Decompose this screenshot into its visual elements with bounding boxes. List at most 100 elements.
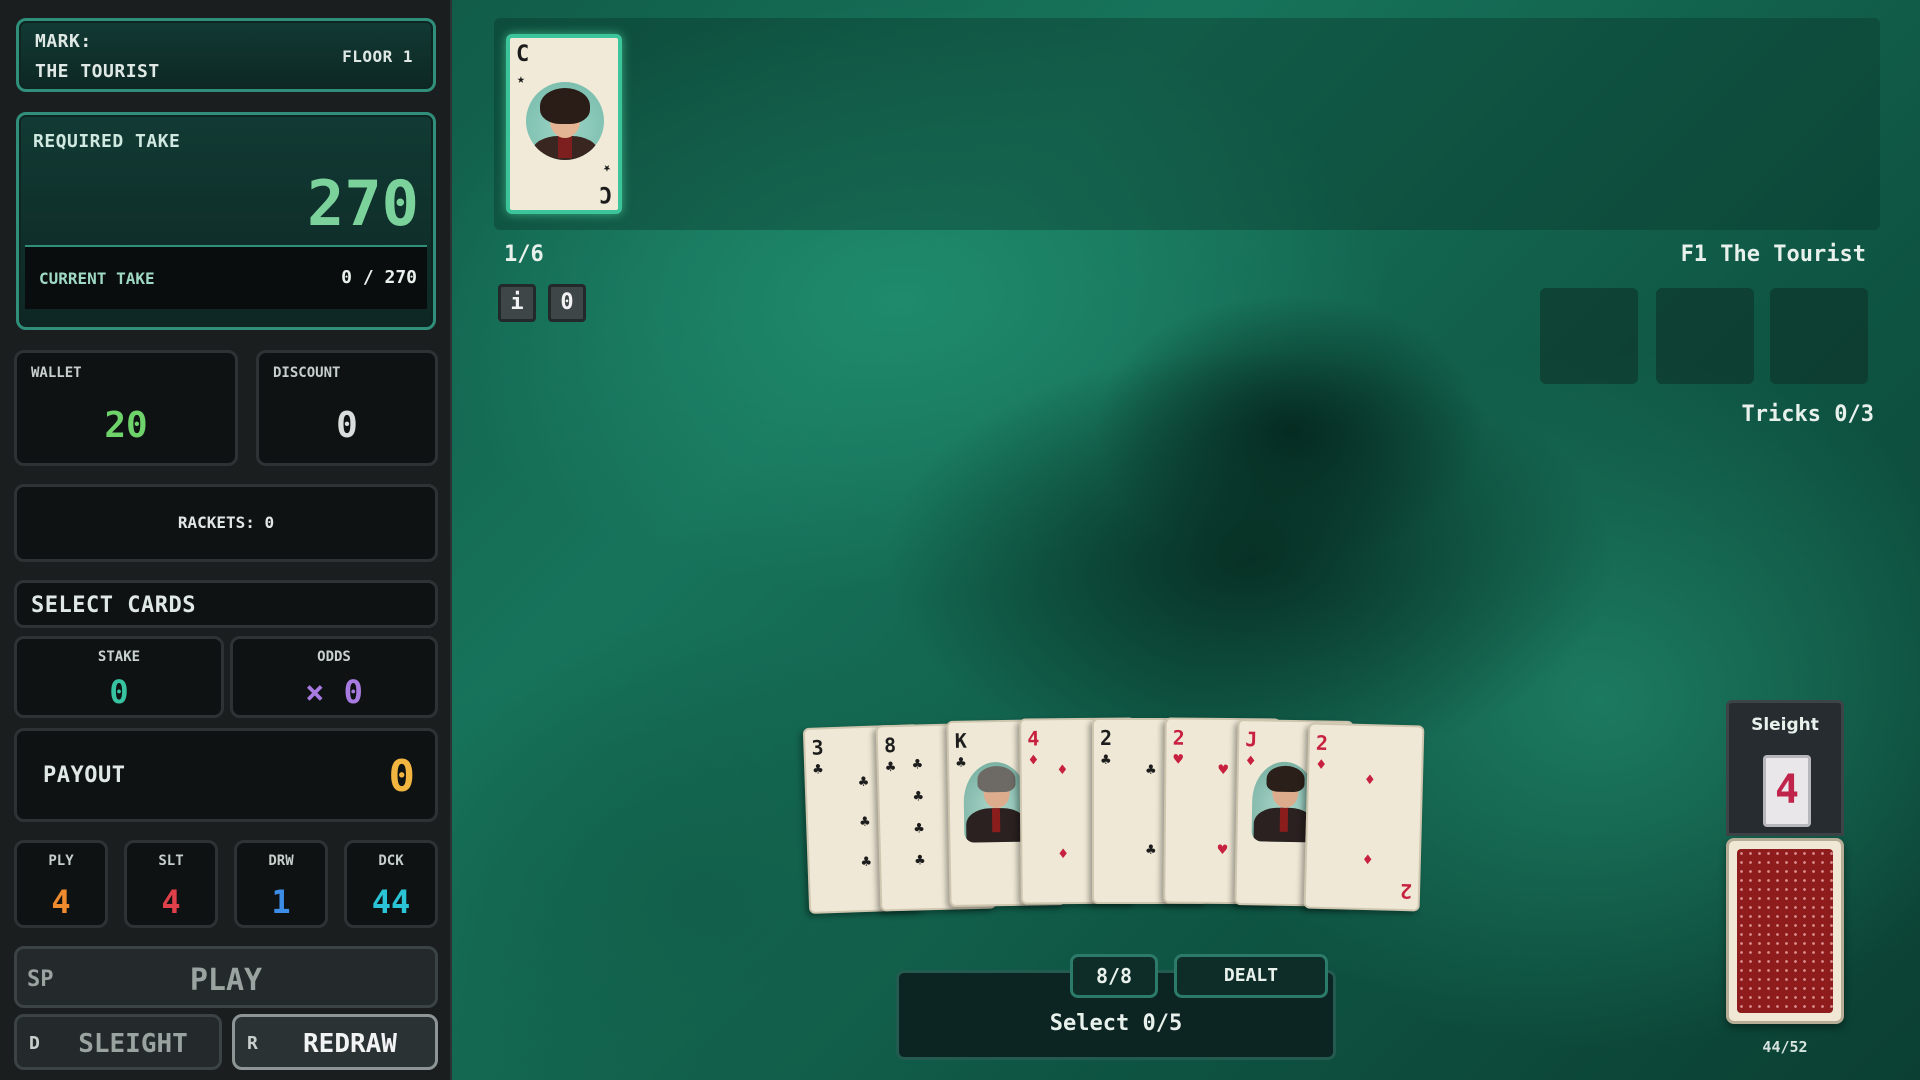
mark-card[interactable]: C ★ ★ C <box>506 34 622 214</box>
tricks-counter: Tricks 0/3 <box>1741 402 1874 427</box>
options-icon[interactable]: 0 <box>548 284 586 322</box>
mark-card-rank: C <box>516 42 530 67</box>
sleight-button[interactable]: D SLEIGHT <box>14 1014 222 1070</box>
hearts-icon: ♥ <box>1218 759 1229 780</box>
stat-plays: PLY 4 <box>14 840 108 928</box>
stat-value: 4 <box>51 883 71 921</box>
payout-label: PAYOUT <box>43 763 126 788</box>
clubs-icon: ♣ <box>858 771 869 792</box>
clubs-icon: ♣ <box>861 851 872 872</box>
floor-label: FLOOR 1 <box>342 47 413 66</box>
discount-label: DISCOUNT <box>273 365 341 381</box>
hand-type-panel: SELECT CARDS <box>14 580 438 628</box>
hand-card[interactable]: 2 ♦ ♦ ♦ 2 <box>1303 722 1425 912</box>
diamonds-icon: ♦ <box>1057 760 1068 780</box>
current-take-label: CURRENT TAKE <box>39 269 155 288</box>
mark-name: THE TOURIST <box>35 61 160 82</box>
hand-type-label: SELECT CARDS <box>31 593 196 618</box>
odds-panel: ODDS × 0 <box>230 636 438 718</box>
odds-value: × 0 <box>305 673 363 711</box>
clubs-icon: ♣ <box>914 850 926 870</box>
odds-label: ODDS <box>317 649 351 665</box>
card-rank-bottom: 2 <box>1399 878 1413 904</box>
draw-deck[interactable] <box>1726 838 1844 1024</box>
star-icon: ★ <box>603 161 611 176</box>
stat-value: 1 <box>271 883 291 921</box>
diamonds-icon: ♦ <box>1364 770 1375 790</box>
stake-value: 0 <box>109 673 129 711</box>
floor-title: F1 The Tourist <box>1680 242 1866 267</box>
card-rank: 2 <box>1172 725 1185 750</box>
sleight-key-hint: D <box>29 1033 40 1054</box>
clubs-icon: ♣ <box>885 757 896 777</box>
card-rank: 2 <box>1100 726 1113 750</box>
diamonds-icon: ♦ <box>1028 750 1039 770</box>
mark-info: MARK: THE TOURIST FLOOR 1 <box>16 18 436 92</box>
trick-slot <box>1770 288 1868 384</box>
sleight-button-label: SLEIGHT <box>78 1029 188 1059</box>
wallet-panel: WALLET 20 <box>14 350 238 466</box>
info-icon[interactable]: i <box>498 284 536 322</box>
trick-slot <box>1656 288 1754 384</box>
trick-slot <box>1540 288 1638 384</box>
star-icon: ★ <box>517 72 525 87</box>
dealt-tab[interactable]: DEALT <box>1174 954 1328 998</box>
stake-panel: STAKE 0 <box>14 636 224 718</box>
stake-label: STAKE <box>97 649 141 665</box>
sleight-counter: 4 <box>1763 755 1811 827</box>
current-take-value: 0 / 270 <box>341 267 417 288</box>
card-rank: 2 <box>1315 730 1329 756</box>
deck-count: 44/52 <box>1762 1038 1808 1056</box>
payout-value: 0 <box>388 751 416 802</box>
mark-label: MARK: <box>35 31 92 52</box>
stat-label: SLT <box>158 853 184 869</box>
clubs-icon: ♣ <box>913 786 924 806</box>
diamonds-icon: ♦ <box>1058 844 1069 864</box>
stat-sleights: SLT 4 <box>124 840 218 928</box>
card-rank: 4 <box>1027 726 1040 751</box>
required-take-value: 270 <box>307 167 419 240</box>
mark-portrait <box>526 82 604 160</box>
card-rank: K <box>954 728 967 753</box>
card-rank: 3 <box>811 735 824 760</box>
stat-label: PLY <box>48 853 74 869</box>
redraw-button-label: REDRAW <box>303 1029 397 1059</box>
clubs-icon: ♣ <box>1101 750 1111 769</box>
card-rank: J <box>1245 727 1258 752</box>
mark-card-rank-bottom: C <box>598 181 612 206</box>
stat-label: DRW <box>268 853 294 869</box>
diamonds-icon: ♦ <box>1362 849 1373 870</box>
left-panel: MARK: THE TOURIST FLOOR 1 REQUIRED TAKE … <box>0 0 452 1080</box>
clubs-icon: ♣ <box>912 754 923 774</box>
stat-value: 4 <box>161 883 181 921</box>
payout-panel: PAYOUT 0 <box>14 728 438 822</box>
clubs-icon: ♣ <box>859 811 871 832</box>
redraw-key-hint: R <box>247 1033 258 1054</box>
stat-label: DCK <box>378 853 404 869</box>
hand-size-tab: 8/8 <box>1070 954 1158 998</box>
wallet-value: 20 <box>104 405 148 446</box>
clubs-icon: ♣ <box>812 759 824 779</box>
rackets-label: RACKETS: 0 <box>177 513 275 532</box>
clubs-icon: ♣ <box>1146 760 1156 779</box>
wallet-label: WALLET <box>31 365 82 381</box>
sleight-panel: Sleight 4 <box>1726 700 1844 836</box>
hearts-icon: ♥ <box>1173 749 1184 769</box>
sleight-title: Sleight <box>1751 715 1819 735</box>
round-counter: 1/6 <box>504 242 544 267</box>
clubs-icon: ♣ <box>914 818 925 838</box>
clubs-icon: ♣ <box>1146 840 1156 859</box>
required-take-label: REQUIRED TAKE <box>33 131 181 152</box>
required-take-panel: REQUIRED TAKE 270 CURRENT TAKE 0 / 270 <box>16 112 436 330</box>
clubs-icon: ♣ <box>955 752 966 772</box>
stat-deck: DCK 44 <box>344 840 438 928</box>
discount-value: 0 <box>336 405 358 446</box>
select-status: Select 0/5 <box>1049 1011 1183 1036</box>
play-button-label: PLAY <box>189 963 263 998</box>
stat-value: 44 <box>371 883 411 921</box>
mark-card-strip <box>494 18 1880 230</box>
diamonds-icon: ♦ <box>1245 751 1256 771</box>
play-button[interactable]: SP PLAY <box>14 946 438 1008</box>
redraw-button[interactable]: R REDRAW <box>232 1014 438 1070</box>
hearts-icon: ♥ <box>1217 839 1228 860</box>
